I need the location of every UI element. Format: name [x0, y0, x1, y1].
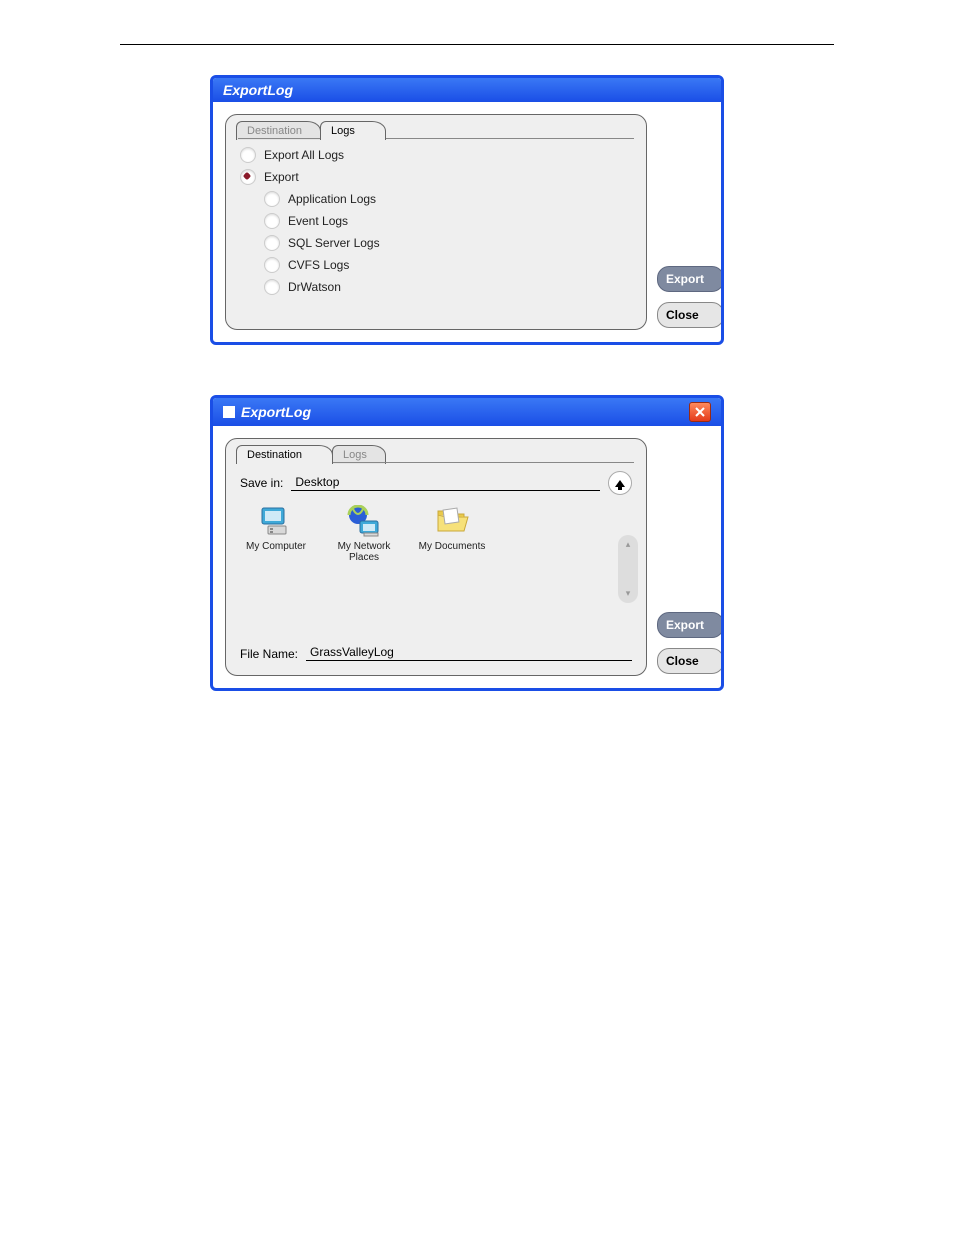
radio-icon: [264, 257, 280, 273]
radio-label: DrWatson: [288, 280, 341, 294]
item-label: My Computer: [240, 541, 312, 552]
radio-drwatson[interactable]: DrWatson: [264, 279, 632, 295]
tabbed-panel: Destination Logs Export All Logs Export: [225, 114, 647, 330]
titlebar: ExportLog: [213, 398, 721, 426]
computer-icon: [258, 505, 294, 537]
tab-logs[interactable]: Logs: [320, 121, 386, 140]
dialog-title: ExportLog: [241, 404, 311, 420]
exportlog-dialog-logs: ExportLog Destination Logs Export All Lo…: [210, 75, 724, 345]
radio-label: Event Logs: [288, 214, 348, 228]
radio-event-logs[interactable]: Event Logs: [264, 213, 632, 229]
tab-destination[interactable]: Destination: [236, 445, 333, 464]
radio-label: Application Logs: [288, 192, 376, 206]
savein-dropdown[interactable]: Desktop: [291, 475, 600, 491]
folder-browser: My Computer My Network Place: [240, 505, 632, 625]
radio-icon: [264, 213, 280, 229]
item-label: My Network Places: [328, 541, 400, 563]
filename-input[interactable]: GrassValleyLog: [306, 645, 632, 661]
radio-label: Export: [264, 170, 299, 184]
scroll-down-icon: ▾: [626, 588, 631, 599]
item-my-documents[interactable]: My Documents: [416, 505, 488, 552]
up-arrow-icon: [615, 480, 625, 487]
radio-cvfs-logs[interactable]: CVFS Logs: [264, 257, 632, 273]
radio-icon: [264, 235, 280, 251]
radio-sql-logs[interactable]: SQL Server Logs: [264, 235, 632, 251]
export-button[interactable]: Export: [657, 612, 724, 638]
scroll-up-icon: ▴: [626, 539, 631, 550]
up-folder-button[interactable]: [608, 471, 632, 495]
item-my-computer[interactable]: My Computer: [240, 505, 312, 552]
x-icon: [695, 407, 705, 417]
tabbed-panel: Destination Logs Save in: Desktop: [225, 438, 647, 676]
page-top-rule: [120, 44, 834, 45]
item-my-network-places[interactable]: My Network Places: [328, 505, 400, 563]
radio-icon: [264, 279, 280, 295]
radio-export-all[interactable]: Export All Logs: [240, 147, 632, 163]
radio-label: CVFS Logs: [288, 258, 349, 272]
radio-icon: [264, 191, 280, 207]
item-label: My Documents: [416, 541, 488, 552]
close-button[interactable]: Close: [657, 302, 724, 328]
exportlog-dialog-destination: ExportLog Destination Logs Sav: [210, 395, 724, 691]
scrollbar[interactable]: ▴ ▾: [618, 535, 638, 603]
radio-export[interactable]: Export: [240, 169, 632, 185]
network-icon: [346, 505, 382, 537]
close-button[interactable]: Close: [657, 648, 724, 674]
folder-open-icon: [434, 505, 470, 537]
filename-label: File Name:: [240, 647, 298, 661]
radio-icon: [240, 169, 256, 185]
savein-label: Save in:: [240, 476, 283, 490]
radio-label: SQL Server Logs: [288, 236, 380, 250]
dialog-title: ExportLog: [223, 82, 293, 98]
app-icon: [223, 406, 235, 418]
export-button[interactable]: Export: [657, 266, 724, 292]
radio-icon: [240, 147, 256, 163]
radio-application-logs[interactable]: Application Logs: [264, 191, 632, 207]
titlebar: ExportLog: [213, 78, 721, 102]
close-icon[interactable]: [689, 402, 711, 422]
radio-label: Export All Logs: [264, 148, 344, 162]
